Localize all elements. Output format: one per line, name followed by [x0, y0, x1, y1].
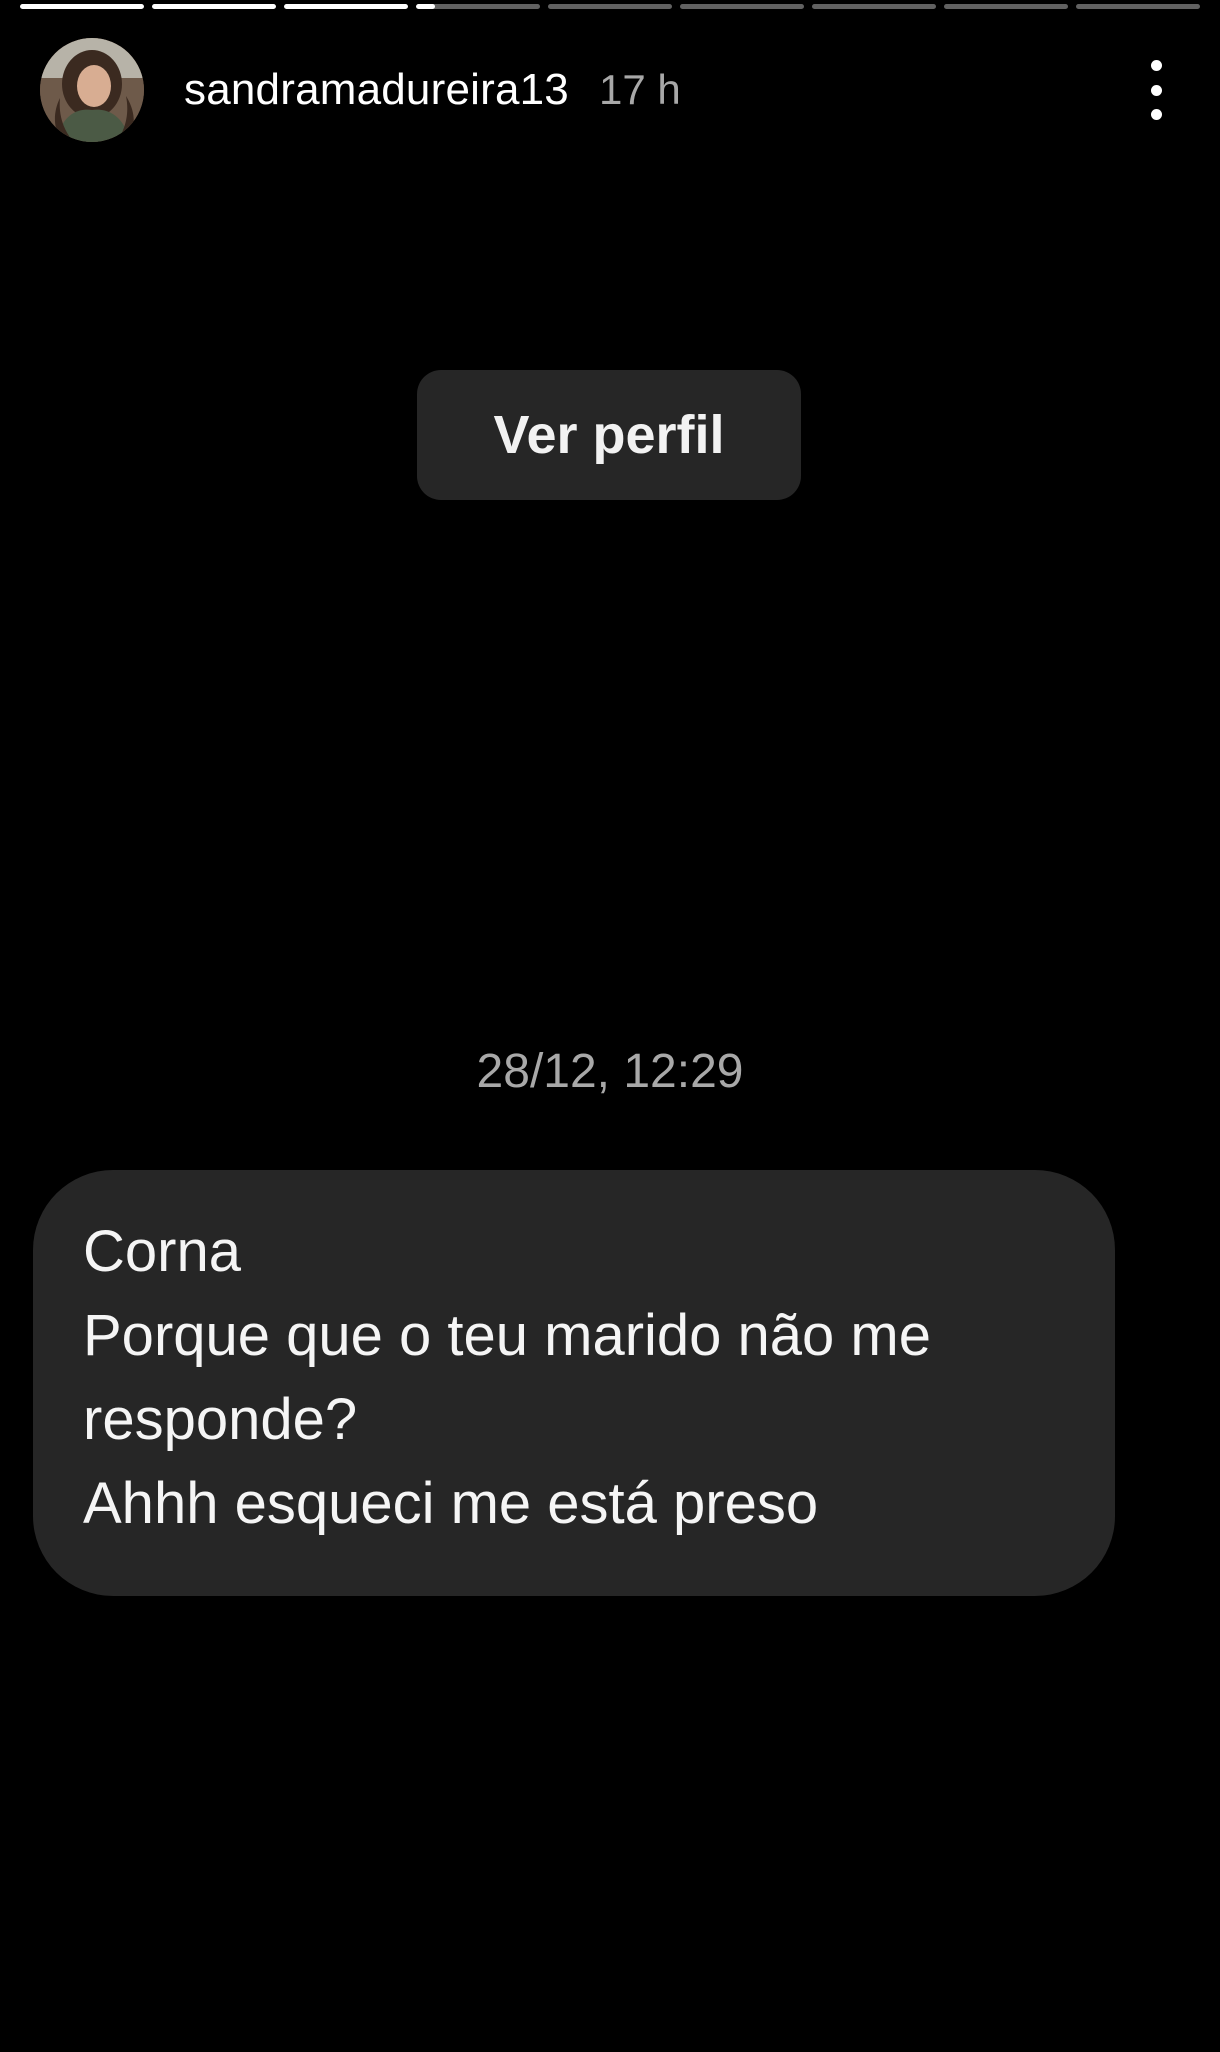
- story-progress-bar: [20, 4, 1200, 9]
- view-profile-button[interactable]: Ver perfil: [417, 370, 801, 500]
- story-progress-fill: [284, 4, 408, 9]
- story-progress-segment: [284, 4, 408, 9]
- story-progress-segment: [812, 4, 936, 9]
- username[interactable]: sandramadureira13: [184, 65, 569, 115]
- message-bubble: Corna Porque que o teu marido não me res…: [33, 1170, 1115, 1596]
- avatar-image: [40, 38, 144, 142]
- story-progress-segment: [416, 4, 540, 9]
- story-progress-fill: [20, 4, 144, 9]
- story-progress-segment: [152, 4, 276, 9]
- message-timestamp: 28/12, 12:29: [476, 1045, 744, 1098]
- more-dot: [1150, 109, 1162, 120]
- more-options-icon[interactable]: [1136, 60, 1176, 120]
- story-progress-segment: [680, 4, 804, 9]
- post-time: 17 h: [598, 66, 681, 113]
- story-progress-segment: [1076, 4, 1200, 9]
- story-progress-segment: [548, 4, 672, 9]
- story-header: sandramadureira13 17 h: [40, 38, 1180, 142]
- avatar[interactable]: [40, 38, 144, 142]
- story-progress-fill: [416, 4, 435, 9]
- message-line: responde?: [83, 1387, 358, 1452]
- message-line: Porque que o teu marido não me: [83, 1303, 931, 1368]
- message-line: Ahhh esqueci me está preso: [83, 1471, 819, 1536]
- more-dot: [1150, 84, 1162, 96]
- message-line: Corna: [83, 1219, 241, 1284]
- story-progress-fill: [152, 4, 276, 9]
- story-progress-segment: [944, 4, 1068, 9]
- more-dot: [1150, 60, 1162, 71]
- story-progress-segment: [20, 4, 144, 9]
